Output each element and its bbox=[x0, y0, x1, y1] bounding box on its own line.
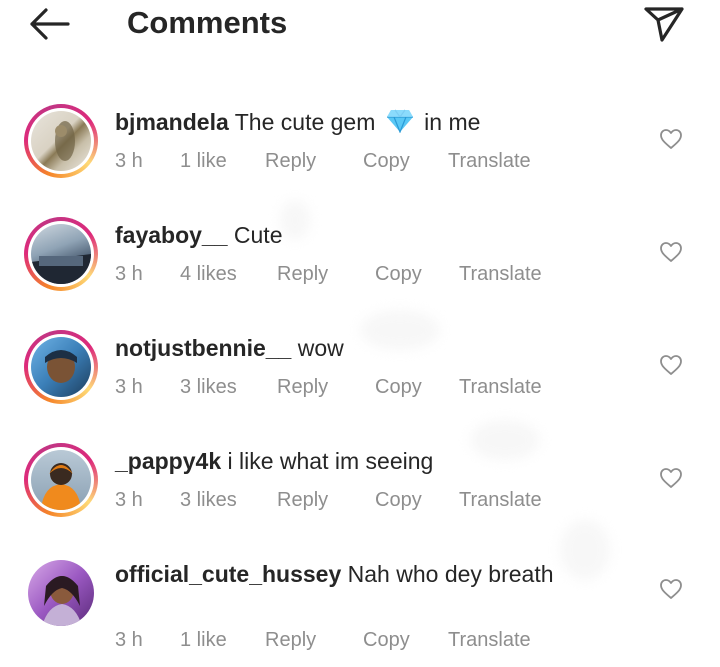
translate-button[interactable]: Translate bbox=[459, 375, 542, 399]
comment-username[interactable]: notjustbennie__ bbox=[115, 335, 291, 361]
avatar[interactable] bbox=[24, 217, 98, 291]
avatar[interactable] bbox=[24, 556, 98, 630]
comment-text: The cute gem bbox=[234, 109, 376, 135]
page-title: Comments bbox=[127, 5, 288, 40]
translate-button[interactable]: Translate bbox=[448, 149, 531, 173]
copy-button[interactable]: Copy bbox=[375, 262, 422, 286]
comment-username[interactable]: fayaboy__ bbox=[115, 222, 228, 248]
comment-time: 3 h bbox=[115, 150, 143, 172]
comment-item: _pappy4k i like what im seeing 3 h 3 lik… bbox=[0, 435, 720, 545]
comment-item: bjmandela The cute gem in me 3 h 1 like … bbox=[0, 96, 720, 206]
back-button[interactable] bbox=[26, 6, 72, 42]
reply-button[interactable]: Reply bbox=[277, 488, 328, 512]
avatar[interactable] bbox=[24, 443, 98, 517]
avatar-photo bbox=[31, 111, 91, 171]
comment-item: official_cute_hussey Nah who dey breath … bbox=[0, 548, 720, 667]
comment-item: notjustbennie__ wow 3 h 3 likes Reply Co… bbox=[0, 322, 720, 432]
copy-button[interactable]: Copy bbox=[363, 628, 410, 652]
reply-button[interactable]: Reply bbox=[277, 262, 328, 286]
copy-button[interactable]: Copy bbox=[375, 375, 422, 399]
comment-line: fayaboy__ Cute bbox=[115, 220, 283, 250]
likes-count[interactable]: 1 like bbox=[180, 628, 227, 652]
avatar-photo bbox=[31, 450, 91, 510]
comment-time: 3 h bbox=[115, 376, 143, 398]
copy-button[interactable]: Copy bbox=[375, 488, 422, 512]
avatar[interactable] bbox=[24, 330, 98, 404]
comment-text: i like what im seeing bbox=[227, 448, 434, 474]
heart-icon[interactable] bbox=[659, 466, 683, 490]
reply-button[interactable]: Reply bbox=[265, 149, 316, 173]
likes-count[interactable]: 4 likes bbox=[180, 262, 237, 286]
gem-stone-emoji bbox=[386, 109, 414, 140]
avatar-photo bbox=[31, 224, 91, 284]
heart-icon[interactable] bbox=[659, 240, 683, 264]
comment-line: notjustbennie__ wow bbox=[115, 333, 344, 363]
comment-text: wow bbox=[297, 335, 344, 361]
comment-time: 3 h bbox=[115, 489, 143, 511]
copy-button[interactable]: Copy bbox=[363, 149, 410, 173]
comment-line: bjmandela The cute gem in me bbox=[115, 107, 480, 140]
avatar-photo bbox=[31, 337, 91, 397]
header-bar: Comments bbox=[0, 0, 720, 50]
comment-item: fayaboy__ Cute 3 h 4 likes Reply Copy Tr… bbox=[0, 209, 720, 319]
comment-username[interactable]: official_cute_hussey bbox=[115, 561, 341, 587]
reply-button[interactable]: Reply bbox=[265, 628, 316, 652]
heart-icon[interactable] bbox=[659, 577, 683, 601]
likes-count[interactable]: 3 likes bbox=[180, 375, 237, 399]
translate-button[interactable]: Translate bbox=[459, 262, 542, 286]
heart-icon[interactable] bbox=[659, 127, 683, 151]
comment-text: Cute bbox=[233, 222, 283, 248]
translate-button[interactable]: Translate bbox=[448, 628, 531, 652]
comment-username[interactable]: bjmandela bbox=[115, 109, 229, 135]
comment-text-end: in me bbox=[424, 109, 481, 135]
comment-text: Nah who dey breath bbox=[347, 561, 554, 587]
comment-line: official_cute_hussey Nah who dey breath bbox=[115, 559, 554, 589]
paper-plane-icon bbox=[644, 7, 684, 42]
send-button[interactable] bbox=[640, 2, 686, 42]
avatar-photo bbox=[28, 560, 94, 626]
reply-button[interactable]: Reply bbox=[277, 375, 328, 399]
comment-time: 3 h bbox=[115, 629, 143, 651]
likes-count[interactable]: 3 likes bbox=[180, 488, 237, 512]
heart-icon[interactable] bbox=[659, 353, 683, 377]
arrow-left-icon bbox=[30, 8, 70, 40]
likes-count[interactable]: 1 like bbox=[180, 149, 227, 173]
avatar[interactable] bbox=[24, 104, 98, 178]
translate-button[interactable]: Translate bbox=[459, 488, 542, 512]
comment-username[interactable]: _pappy4k bbox=[115, 448, 221, 474]
comment-line: _pappy4k i like what im seeing bbox=[115, 446, 433, 476]
comment-time: 3 h bbox=[115, 263, 143, 285]
